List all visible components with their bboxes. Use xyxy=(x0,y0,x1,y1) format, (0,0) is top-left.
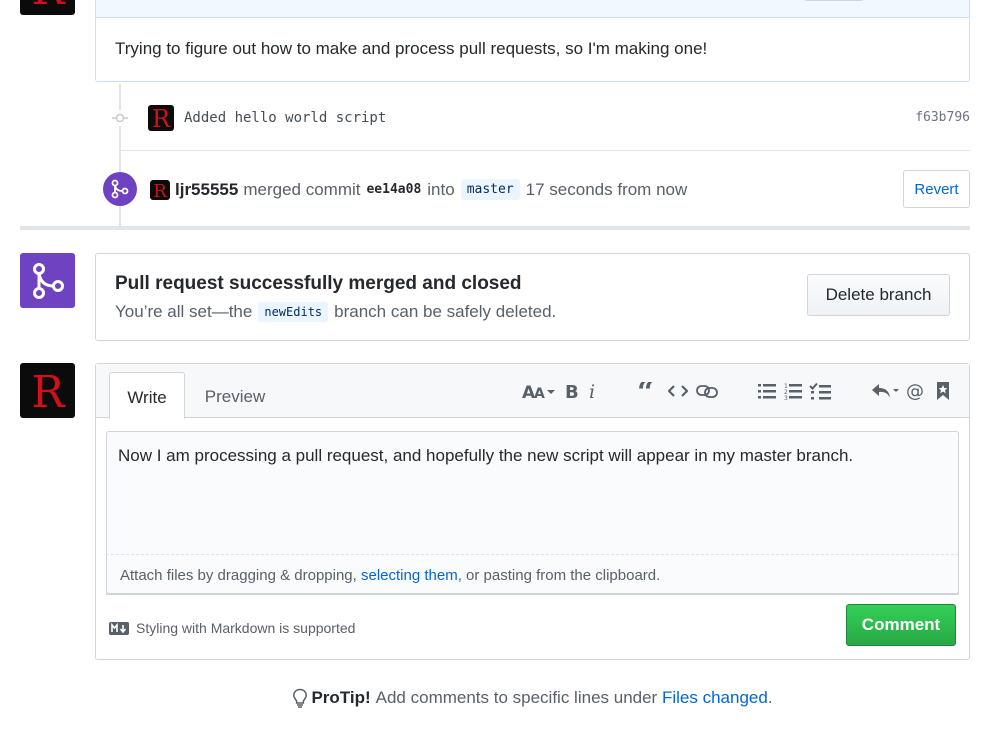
svg-text:3: 3 xyxy=(784,395,788,400)
bold-icon[interactable]: B xyxy=(562,380,580,402)
svg-text:R: R xyxy=(152,106,171,130)
commit-sha[interactable]: f63b796 xyxy=(915,110,970,125)
divider xyxy=(120,150,970,151)
commit-message[interactable]: Added hello world script xyxy=(184,110,386,126)
comment-header xyxy=(96,0,969,18)
markdown-note-text: Styling with Markdown is supported xyxy=(136,620,356,636)
merge-badge xyxy=(103,172,137,206)
commit-icon xyxy=(112,110,128,126)
merged-subtitle: You’re all set—the newEdits branch can b… xyxy=(115,302,556,322)
merged-status-icon xyxy=(20,253,75,308)
git-merge-icon xyxy=(32,262,64,299)
merged-sub-prefix: You’re all set—the xyxy=(115,302,253,321)
top-comment: Trying to figure out how to make and pro… xyxy=(95,0,970,82)
git-merge-icon xyxy=(111,179,129,199)
merged-sub-suffix: branch can be safely deleted. xyxy=(334,302,557,321)
quote-icon[interactable]: “ xyxy=(636,380,658,402)
text-size-icon[interactable]: AA xyxy=(521,380,557,402)
merge-action: merged commit xyxy=(243,179,361,199)
attach-files-bar[interactable]: Attach files by dragging & dropping, sel… xyxy=(106,554,959,594)
source-branch[interactable]: newEdits xyxy=(258,302,329,322)
tab-write[interactable]: Write xyxy=(109,372,185,419)
current-user-avatar[interactable]: R xyxy=(20,363,75,418)
delete-branch-button[interactable]: Delete branch xyxy=(807,274,950,316)
markdown-note[interactable]: Styling with Markdown is supported xyxy=(109,620,355,636)
comment-text[interactable]: Now I am processing a pull request, and … xyxy=(118,446,853,466)
merge-event: R ljr55555 merged commit ee14a08 into ma… xyxy=(150,179,687,200)
markdown-icon xyxy=(109,621,129,635)
svg-text:“: “ xyxy=(637,382,654,400)
comment-body: Trying to figure out how to make and pro… xyxy=(115,39,708,58)
svg-text:R: R xyxy=(153,181,167,199)
protip: ProTip! Add comments to specific lines u… xyxy=(0,688,989,708)
protip-label: ProTip! xyxy=(311,688,371,707)
r-logo-icon: R xyxy=(31,0,66,12)
select-files-link[interactable]: selecting them xyxy=(361,567,458,584)
svg-text:i: i xyxy=(589,382,595,400)
svg-text:R: R xyxy=(31,0,66,12)
comment-button[interactable]: Comment xyxy=(846,604,956,646)
new-comment-form: Write Preview AA B i “ 123 @ Now I am pr… xyxy=(95,363,970,660)
commit-avatar[interactable]: R xyxy=(148,105,174,131)
task-list-icon[interactable] xyxy=(808,380,832,402)
timeline-end-divider xyxy=(20,226,970,230)
mention-icon[interactable]: @ xyxy=(905,380,927,402)
lightbulb-icon xyxy=(293,688,308,708)
merged-status-box: Pull request successfully merged and clo… xyxy=(95,253,970,341)
bookmark-icon[interactable] xyxy=(934,380,952,402)
merge-avatar[interactable]: R xyxy=(150,179,170,200)
italic-icon[interactable]: i xyxy=(586,380,600,402)
merge-into: into xyxy=(427,179,455,199)
numbered-list-icon[interactable]: 123 xyxy=(782,380,804,402)
attach-suffix: , or pasting from the clipboard. xyxy=(457,567,661,584)
comment-form-header: Write Preview AA B i “ 123 @ xyxy=(96,364,969,419)
merge-author[interactable]: ljr55555 xyxy=(175,180,238,200)
svg-text:B: B xyxy=(565,382,578,400)
files-changed-link[interactable]: Files changed xyxy=(662,688,768,708)
r-logo-icon: R xyxy=(31,367,66,415)
attach-prefix: Attach files by dragging & dropping, xyxy=(120,567,361,584)
protip-text: Add comments to specific lines under xyxy=(375,688,658,707)
merge-sha[interactable]: ee14a08 xyxy=(366,182,421,197)
svg-text:A: A xyxy=(534,386,545,400)
revert-button[interactable]: Revert xyxy=(903,170,970,208)
code-icon[interactable] xyxy=(666,380,690,402)
tab-preview[interactable]: Preview xyxy=(196,372,274,418)
comment-header-button[interactable] xyxy=(804,0,864,1)
bullet-list-icon[interactable] xyxy=(756,380,778,402)
svg-text:R: R xyxy=(31,367,66,415)
protip-end: . xyxy=(767,688,773,707)
svg-text:@: @ xyxy=(906,381,924,401)
top-avatar[interactable]: R xyxy=(20,0,75,15)
merge-time: 17 seconds from now xyxy=(525,179,688,199)
merge-target-branch[interactable]: master xyxy=(460,179,520,200)
link-icon[interactable] xyxy=(695,380,719,402)
merged-title: Pull request successfully merged and clo… xyxy=(115,273,522,294)
reply-icon[interactable] xyxy=(871,380,901,402)
